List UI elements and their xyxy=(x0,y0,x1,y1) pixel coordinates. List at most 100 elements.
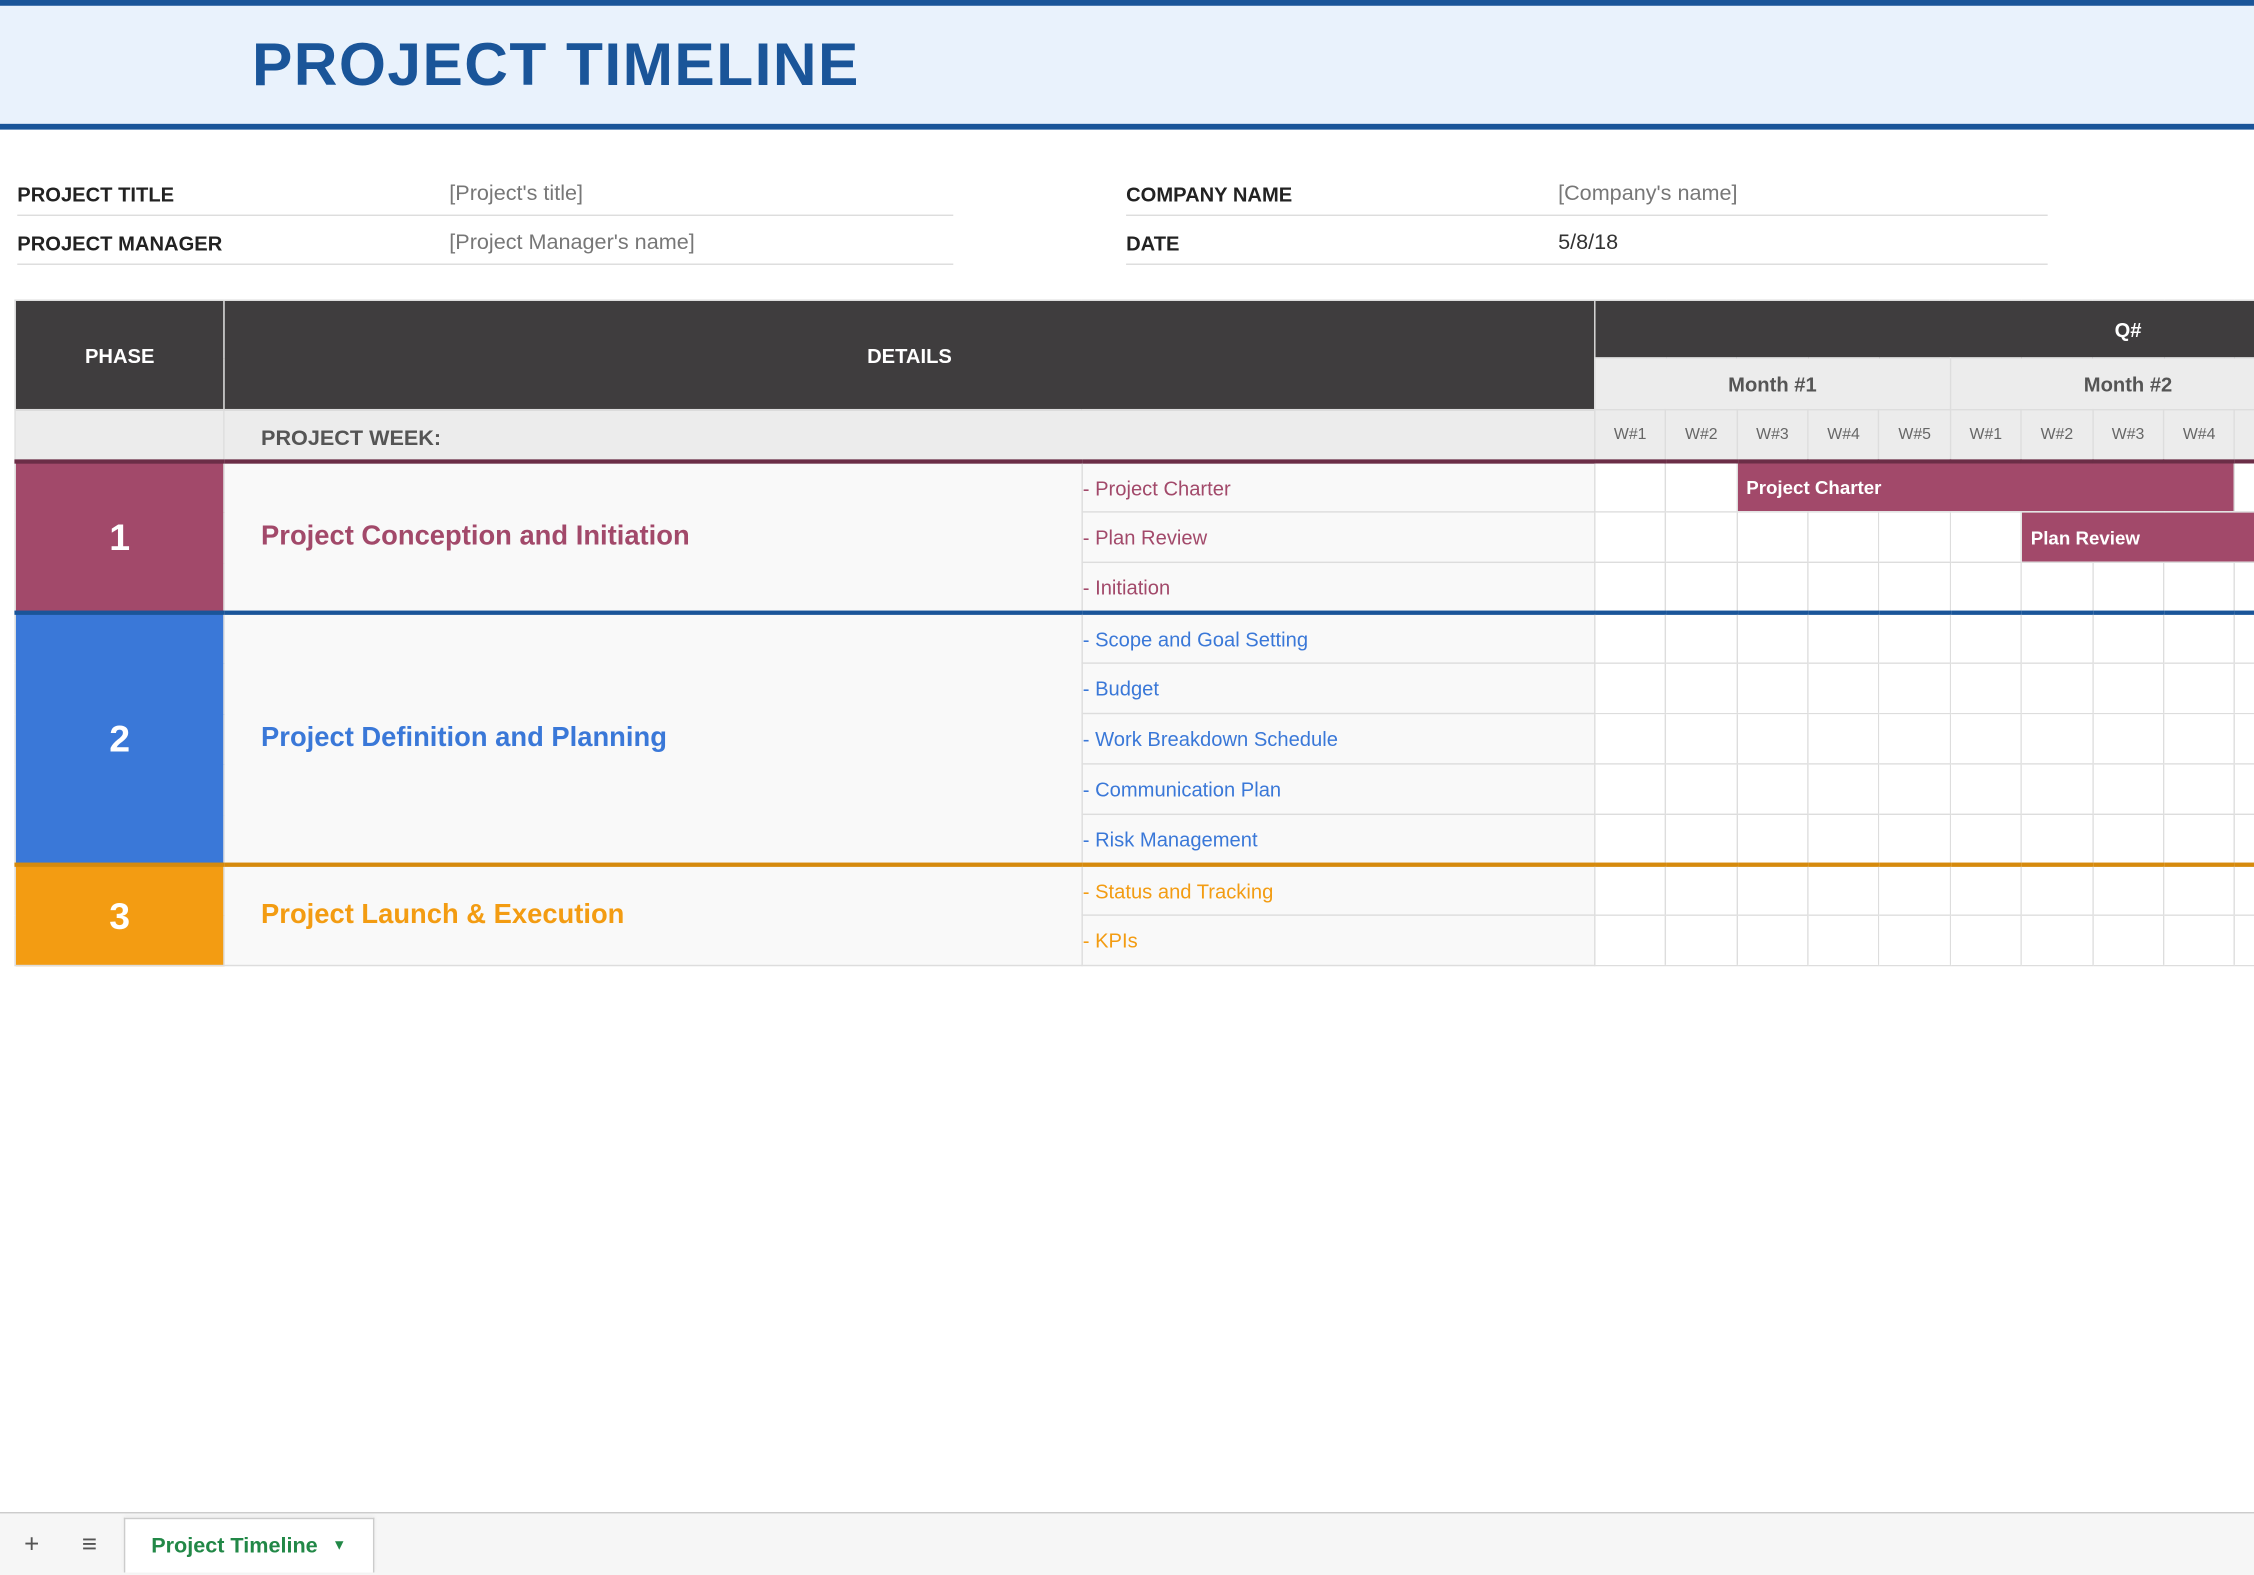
gantt-cell[interactable] xyxy=(2092,663,2163,713)
metadata-block: PROJECT TITLE [Project's title] COMPANY … xyxy=(0,130,2254,300)
gantt-cell[interactable] xyxy=(1666,714,1737,764)
date-value[interactable]: 5/8/18 xyxy=(1558,230,1618,254)
gantt-cell[interactable] xyxy=(1879,562,1950,612)
gantt-cell[interactable] xyxy=(1737,562,1808,612)
gantt-cell[interactable] xyxy=(1808,512,1879,562)
gantt-cell[interactable] xyxy=(1737,613,1808,663)
gantt-cell[interactable] xyxy=(2092,562,2163,612)
gantt-cell[interactable] xyxy=(1666,512,1737,562)
gantt-cell[interactable] xyxy=(1808,865,1879,915)
gantt-cell[interactable] xyxy=(1737,512,1808,562)
gantt-cell[interactable] xyxy=(2235,814,2254,864)
gantt-cell[interactable] xyxy=(1595,663,1666,713)
gantt-cell[interactable] xyxy=(2092,714,2163,764)
gantt-cell[interactable] xyxy=(1879,915,1950,965)
gantt-cell[interactable] xyxy=(1595,714,1666,764)
gantt-cell[interactable] xyxy=(2235,562,2254,612)
gantt-cell[interactable] xyxy=(1879,714,1950,764)
gantt-cell[interactable] xyxy=(1737,865,1808,915)
gantt-cell[interactable] xyxy=(1737,714,1808,764)
gantt-cell[interactable] xyxy=(1808,562,1879,612)
gantt-cell[interactable] xyxy=(1666,462,1737,512)
gantt-cell[interactable] xyxy=(2092,865,2163,915)
gantt-cell[interactable] xyxy=(1950,663,2021,713)
gantt-cell[interactable] xyxy=(1595,764,1666,814)
gantt-cell[interactable] xyxy=(1666,663,1737,713)
gantt-cell[interactable] xyxy=(2021,663,2092,713)
gantt-cell[interactable] xyxy=(1808,663,1879,713)
gantt-cell[interactable] xyxy=(1879,613,1950,663)
gantt-cell[interactable] xyxy=(1879,814,1950,864)
gantt-cell[interactable] xyxy=(1879,865,1950,915)
gantt-cell[interactable] xyxy=(1808,915,1879,965)
gantt-cell[interactable] xyxy=(1879,512,1950,562)
gantt-cell[interactable] xyxy=(2164,663,2235,713)
gantt-cell[interactable] xyxy=(2164,714,2235,764)
gantt-cell[interactable] xyxy=(2235,764,2254,814)
gantt-cell[interactable] xyxy=(1950,865,2021,915)
gantt-cell[interactable] xyxy=(2235,663,2254,713)
gantt-cell[interactable] xyxy=(2092,613,2163,663)
gantt-cell[interactable] xyxy=(1950,714,2021,764)
gantt-cell[interactable] xyxy=(2164,915,2235,965)
gantt-cell[interactable] xyxy=(1950,764,2021,814)
gantt-bar[interactable]: Plan Review xyxy=(2021,512,2254,562)
gantt-cell[interactable] xyxy=(2021,613,2092,663)
gantt-cell[interactable] xyxy=(2235,613,2254,663)
gantt-cell[interactable] xyxy=(1737,663,1808,713)
gantt-cell[interactable] xyxy=(1808,764,1879,814)
gantt-cell[interactable] xyxy=(2235,714,2254,764)
gantt-cell[interactable] xyxy=(2021,714,2092,764)
gantt-cell[interactable] xyxy=(1666,865,1737,915)
add-sheet-button[interactable]: + xyxy=(9,1521,55,1567)
gantt-cell[interactable] xyxy=(1595,462,1666,512)
gantt-cell[interactable] xyxy=(2164,764,2235,814)
sheet-tab-active[interactable]: Project Timeline ▼ xyxy=(124,1517,374,1572)
project-title-value[interactable]: [Project's title] xyxy=(449,181,583,205)
gantt-chart: PHASEDETAILSQ#Q#Month #1Month #2Month #3… xyxy=(0,300,2254,977)
gantt-cell[interactable] xyxy=(1595,613,1666,663)
gantt-cell[interactable] xyxy=(1595,865,1666,915)
gantt-cell[interactable] xyxy=(1666,814,1737,864)
gantt-cell[interactable] xyxy=(2092,915,2163,965)
gantt-cell[interactable] xyxy=(1879,663,1950,713)
gantt-cell[interactable] xyxy=(1666,562,1737,612)
gantt-cell[interactable] xyxy=(2021,915,2092,965)
gantt-cell[interactable] xyxy=(1595,814,1666,864)
gantt-cell[interactable] xyxy=(1950,613,2021,663)
gantt-cell[interactable] xyxy=(2164,613,2235,663)
gantt-cell[interactable] xyxy=(1950,915,2021,965)
gantt-cell[interactable] xyxy=(2021,814,2092,864)
gantt-cell[interactable] xyxy=(2235,915,2254,965)
gantt-cell[interactable] xyxy=(2164,865,2235,915)
project-manager-value[interactable]: [Project Manager's name] xyxy=(449,230,694,254)
gantt-cell[interactable] xyxy=(2164,814,2235,864)
gantt-cell[interactable] xyxy=(1595,562,1666,612)
gantt-cell[interactable] xyxy=(1666,764,1737,814)
gantt-cell[interactable] xyxy=(2164,562,2235,612)
gantt-cell[interactable] xyxy=(2235,865,2254,915)
gantt-cell[interactable] xyxy=(1595,915,1666,965)
gantt-cell[interactable] xyxy=(1808,714,1879,764)
gantt-cell[interactable] xyxy=(1879,764,1950,814)
gantt-cell[interactable] xyxy=(2021,764,2092,814)
gantt-cell[interactable] xyxy=(2021,865,2092,915)
gantt-cell[interactable] xyxy=(2021,562,2092,612)
gantt-cell[interactable] xyxy=(2092,814,2163,864)
gantt-cell[interactable] xyxy=(1737,915,1808,965)
gantt-cell[interactable] xyxy=(1737,814,1808,864)
gantt-cell[interactable] xyxy=(1595,512,1666,562)
gantt-cell[interactable] xyxy=(1950,562,2021,612)
gantt-cell[interactable] xyxy=(1666,915,1737,965)
gantt-cell[interactable] xyxy=(2092,764,2163,814)
gantt-cell[interactable] xyxy=(1808,613,1879,663)
gantt-cell[interactable] xyxy=(1737,764,1808,814)
company-name-value[interactable]: [Company's name] xyxy=(1558,181,1737,205)
gantt-cell[interactable] xyxy=(2235,462,2254,512)
gantt-cell[interactable] xyxy=(1950,814,2021,864)
gantt-bar[interactable]: Project Charter xyxy=(1737,462,2235,512)
all-sheets-button[interactable]: ≡ xyxy=(66,1521,112,1567)
gantt-cell[interactable] xyxy=(1666,613,1737,663)
gantt-cell[interactable] xyxy=(1950,512,2021,562)
gantt-cell[interactable] xyxy=(1808,814,1879,864)
